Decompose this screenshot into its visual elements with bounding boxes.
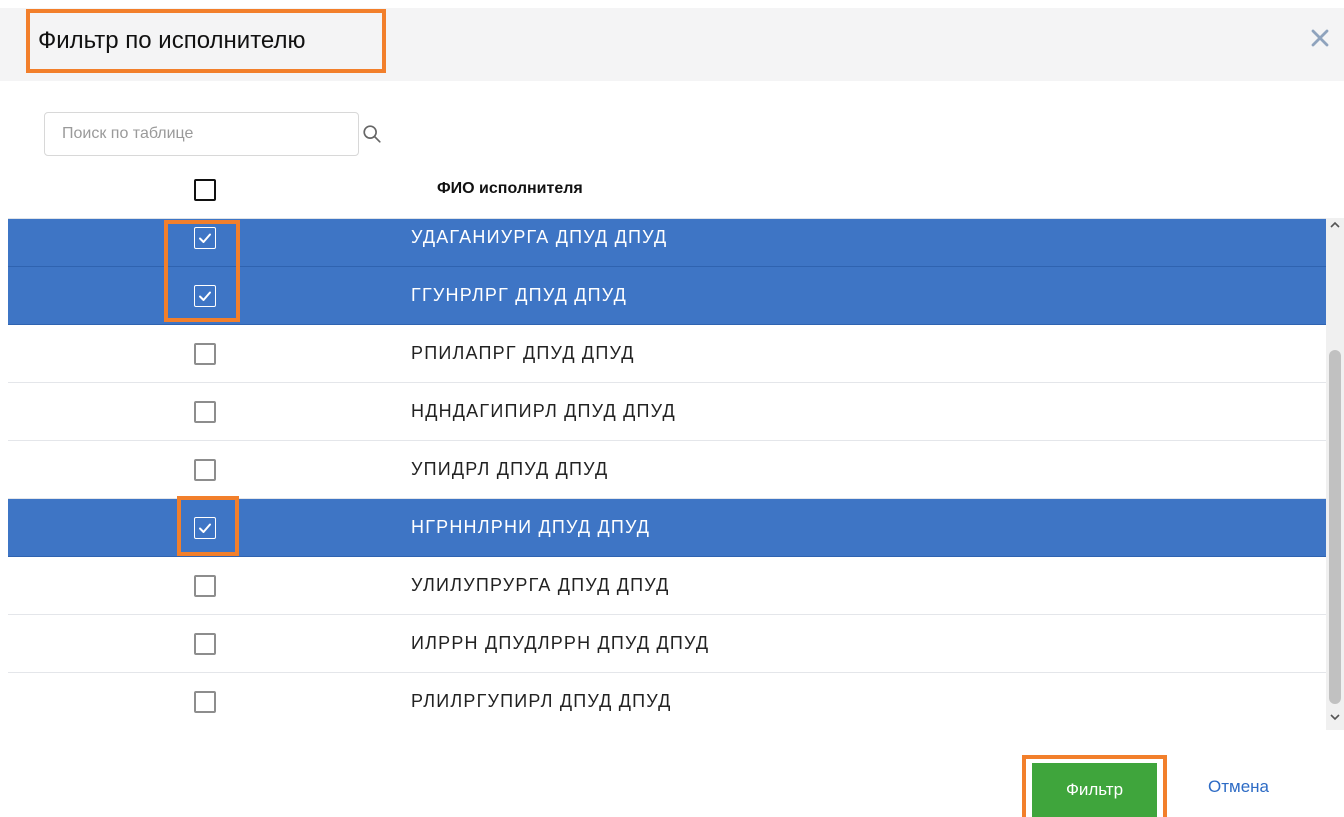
table-row[interactable]: УПИДРЛ ДПУД ДПУД [8, 441, 1326, 499]
row-checkbox[interactable] [194, 459, 216, 481]
table-row[interactable]: УДАГАНИУРГА ДПУД ДПУД [8, 219, 1326, 267]
scroll-thumb[interactable] [1329, 350, 1341, 704]
table-row[interactable]: НГРННЛРНИ ДПУД ДПУД [8, 499, 1326, 557]
checkmark-icon [199, 291, 211, 301]
filter-button[interactable]: Фильтр [1032, 763, 1157, 817]
cancel-link[interactable]: Отмена [1208, 777, 1269, 797]
row-checkbox-checked[interactable] [194, 285, 216, 307]
select-all-checkbox[interactable] [194, 179, 216, 201]
table-row[interactable]: ГГУНРЛРГ ДПУД ДПУД [8, 267, 1326, 325]
row-checkbox[interactable] [194, 575, 216, 597]
search-box [44, 112, 381, 156]
table-row[interactable]: УЛИЛУПРУРГА ДПУД ДПУД [8, 557, 1326, 615]
executor-name: РЛИЛРГУПИРЛ ДПУД ДПУД [411, 691, 672, 711]
executor-name: УПИДРЛ ДПУД ДПУД [411, 459, 609, 479]
table-row[interactable]: РПИЛАПРГ ДПУД ДПУД [8, 325, 1326, 383]
executor-name: РПИЛАПРГ ДПУД ДПУД [411, 343, 635, 363]
row-checkbox[interactable] [194, 343, 216, 365]
executor-table: УДАГАНИУРГА ДПУД ДПУД ГГУНРЛРГ ДПУД ДПУД Р… [8, 218, 1344, 730]
executor-name: НГРННЛРНИ ДПУД ДПУД [411, 517, 651, 537]
table-header: ФИО исполнителя [0, 162, 1344, 218]
table-row[interactable]: НДНДАГИПИРЛ ДПУД ДПУД [8, 383, 1326, 441]
executor-name: ИЛРРН ДПУДЛРРН ДПУД ДПУД [411, 633, 710, 653]
table-body: УДАГАНИУРГА ДПУД ДПУД ГГУНРЛРГ ДПУД ДПУД Р… [8, 219, 1326, 730]
row-checkbox[interactable] [194, 691, 216, 713]
scroll-up-icon[interactable] [1330, 220, 1340, 230]
row-checkbox[interactable] [194, 401, 216, 423]
column-header-executor: ФИО исполнителя [437, 180, 583, 197]
table-scrollbar[interactable] [1326, 218, 1344, 730]
search-input[interactable] [45, 113, 305, 155]
dialog-title: Фильтр по исполнителю [26, 9, 386, 73]
checkmark-icon [199, 233, 211, 243]
row-checkbox-checked[interactable] [194, 517, 216, 539]
executor-name: УДАГАНИУРГА ДПУД ДПУД [411, 227, 668, 247]
row-checkbox[interactable] [194, 633, 216, 655]
scroll-down-icon[interactable] [1330, 712, 1340, 722]
row-checkbox-checked[interactable] [194, 227, 216, 249]
executor-name: НДНДАГИПИРЛ ДПУД ДПУД [411, 401, 676, 421]
checkmark-icon [199, 523, 211, 533]
close-icon[interactable] [1306, 24, 1334, 52]
table-row[interactable]: ИЛРРН ДПУДЛРРН ДПУД ДПУД [8, 615, 1326, 673]
executor-name: УЛИЛУПРУРГА ДПУД ДПУД [411, 575, 670, 595]
executor-name: ГГУНРЛРГ ДПУД ДПУД [411, 285, 627, 305]
table-row[interactable]: РЛИЛРГУПИРЛ ДПУД ДПУД [8, 673, 1326, 730]
filter-button-frame: Фильтр [1022, 755, 1167, 817]
search-icon[interactable] [361, 123, 383, 145]
